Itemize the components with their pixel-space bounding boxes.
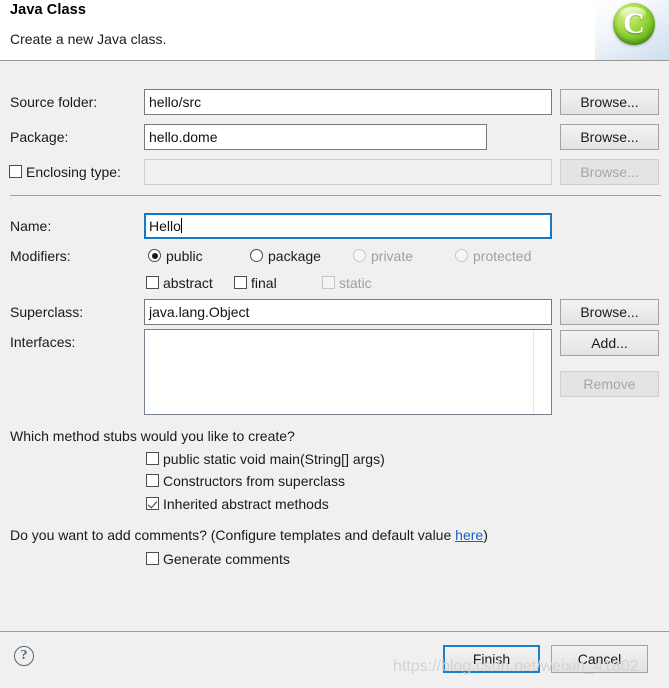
configure-templates-link[interactable]: here: [455, 527, 483, 543]
source-folder-input[interactable]: hello/src: [144, 89, 552, 115]
name-label: Name:: [10, 218, 52, 234]
modifier-protected-label: protected: [473, 248, 532, 264]
interfaces-remove-button: Remove: [560, 371, 659, 397]
modifier-final-label[interactable]: final: [251, 275, 277, 291]
modifier-protected-radio: [455, 249, 468, 262]
interfaces-scrollbar[interactable]: [533, 330, 534, 414]
dialog-footer: ? Finish Cancel: [0, 631, 669, 688]
modifier-static-checkbox: [322, 276, 335, 289]
generate-comments-row: Generate comments: [0, 549, 669, 569]
stub-inherited-checkbox[interactable]: [146, 497, 159, 510]
name-row: Name: Hello: [0, 213, 669, 239]
package-label: Package:: [10, 129, 69, 145]
modifier-static-label: static: [339, 275, 372, 291]
package-input[interactable]: hello.dome: [144, 124, 487, 150]
modifier-public-radio[interactable]: [148, 249, 161, 262]
enclosing-type-row: Enclosing type: Browse...: [0, 159, 669, 185]
superclass-label: Superclass:: [10, 304, 84, 320]
stub-main-row: public static void main(String[] args): [0, 449, 669, 469]
page-title: Java Class: [10, 2, 86, 18]
package-row: Package: hello.dome Browse...: [0, 124, 669, 150]
stub-constructors-label[interactable]: Constructors from superclass: [163, 473, 345, 489]
interfaces-add-button[interactable]: Add...: [560, 330, 659, 356]
superclass-browse-button[interactable]: Browse...: [560, 299, 659, 325]
stub-main-label[interactable]: public static void main(String[] args): [163, 451, 385, 467]
superclass-row: Superclass: java.lang.Object Browse...: [0, 299, 669, 325]
modifier-final-checkbox[interactable]: [234, 276, 247, 289]
modifier-public-label[interactable]: public: [166, 248, 203, 264]
interfaces-row: Interfaces: Add... Remove: [0, 329, 669, 415]
modifiers-access-row: Modifiers: public package private protec…: [0, 246, 669, 266]
interfaces-label: Interfaces:: [10, 334, 76, 350]
enclosing-type-label: Enclosing type:: [26, 164, 121, 180]
stub-inherited-label[interactable]: Inherited abstract methods: [163, 496, 329, 512]
dialog-header: C Java Class Create a new Java class.: [0, 0, 669, 61]
java-class-wizard-icon: C: [613, 3, 655, 45]
modifier-abstract-checkbox[interactable]: [146, 276, 159, 289]
modifiers-label: Modifiers:: [10, 248, 71, 264]
section-divider: [10, 195, 661, 196]
source-folder-label: Source folder:: [10, 94, 98, 110]
help-icon[interactable]: ?: [14, 646, 34, 666]
source-folder-row: Source folder: hello/src Browse...: [0, 89, 669, 115]
superclass-input[interactable]: java.lang.Object: [144, 299, 552, 325]
modifier-private-radio: [353, 249, 366, 262]
enclosing-type-input[interactable]: [144, 159, 552, 185]
enclosing-type-checkbox[interactable]: [9, 165, 22, 178]
comments-question-suffix: ): [483, 527, 488, 543]
text-caret: [180, 218, 182, 233]
comments-question-prefix: Do you want to add comments? (Configure …: [10, 527, 456, 543]
java-class-wizard-icon-glyph: C: [623, 6, 645, 40]
cancel-button[interactable]: Cancel: [551, 645, 648, 673]
stub-constructors-checkbox[interactable]: [146, 474, 159, 487]
page-subtitle: Create a new Java class.: [10, 31, 167, 47]
modifiers-flags-row: abstract final static: [0, 273, 669, 293]
modifier-private-label: private: [371, 248, 414, 264]
modifier-package-label[interactable]: package: [268, 248, 321, 264]
enclosing-type-browse-button: Browse...: [560, 159, 659, 185]
stub-main-checkbox[interactable]: [146, 452, 159, 465]
package-browse-button[interactable]: Browse...: [560, 124, 659, 150]
generate-comments-checkbox[interactable]: [146, 552, 159, 565]
java-class-wizard-dialog: C Java Class Create a new Java class. So…: [0, 0, 669, 688]
method-stubs-question: Which method stubs would you like to cre…: [10, 428, 295, 444]
name-input-value: Hello: [149, 218, 181, 234]
modifier-package-radio[interactable]: [250, 249, 263, 262]
stub-constructors-row: Constructors from superclass: [0, 471, 669, 491]
source-folder-browse-button[interactable]: Browse...: [560, 89, 659, 115]
interfaces-list[interactable]: [144, 329, 552, 415]
dialog-body: Source folder: hello/src Browse... Packa…: [0, 61, 669, 631]
comments-question: Do you want to add comments? (Configure …: [10, 526, 488, 544]
generate-comments-label[interactable]: Generate comments: [163, 551, 290, 567]
modifier-abstract-label[interactable]: abstract: [163, 275, 213, 291]
finish-button[interactable]: Finish: [443, 645, 540, 673]
stub-inherited-row: Inherited abstract methods: [0, 494, 669, 514]
name-input[interactable]: Hello: [144, 213, 552, 239]
